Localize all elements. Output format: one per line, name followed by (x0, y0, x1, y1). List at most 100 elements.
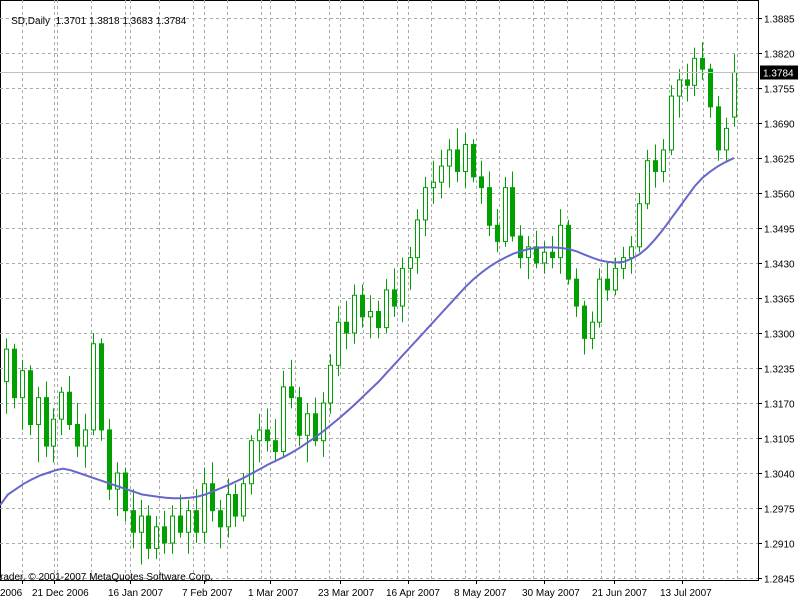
candlestick-chart[interactable]: 1.3885 1.3820 1.3755 1.3690 1.3625 1.3560 1.34… (0, 0, 800, 600)
candle-body (487, 187, 492, 226)
y-tick-label: 1.3235 (764, 365, 795, 376)
x-tick-label: 23 Mar 2007 (318, 588, 375, 599)
candle-body (186, 510, 191, 533)
candle-body (542, 251, 547, 264)
y-tick-label: 1.2845 (764, 575, 795, 586)
candle-body (534, 246, 539, 264)
candle-body (91, 343, 96, 431)
candle-body (653, 160, 658, 172)
candle-body (226, 494, 231, 528)
y-tick-label: 1.3495 (764, 225, 795, 236)
candle-body (202, 483, 207, 533)
y-tick-label: 1.3690 (764, 120, 795, 131)
candle-body (700, 57, 705, 70)
candle-body (218, 510, 223, 528)
candle-body (146, 515, 151, 549)
y-tick-label: 1.3820 (764, 50, 795, 61)
candle-body (439, 165, 444, 183)
candle-body (392, 289, 397, 307)
candle-body (503, 187, 508, 242)
candle-body (59, 391, 64, 420)
candle-body (139, 515, 144, 533)
candle-body (716, 106, 721, 151)
candle-body (360, 294, 365, 318)
y-tick-label: 1.2975 (764, 505, 795, 516)
candle-body (732, 71, 737, 118)
candle-body (194, 510, 199, 533)
y-tick-label: 1.3040 (764, 470, 795, 481)
candle-body (75, 424, 80, 447)
open-value: 1.3701 (55, 16, 87, 27)
y-tick-label: 1.3430 (764, 260, 795, 271)
chart-header: SD,Daily 1.3701 1.3818 1.3683 1.3784 (0, 5, 186, 38)
candle-body (321, 402, 326, 442)
y-tick-label: 1.3755 (764, 85, 795, 96)
x-tick-label: 8 May 2007 (454, 588, 507, 599)
plot-frame (0, 0, 759, 581)
x-tick-label: 16 Jan 2007 (108, 588, 163, 599)
candle-body (590, 321, 595, 339)
candle-body (336, 321, 341, 366)
low-value: 1.3683 (122, 16, 153, 27)
y-tick-label: 1.3625 (764, 155, 795, 166)
candle-body (265, 429, 270, 442)
candle-body (685, 79, 690, 86)
y-tick-label: 1.3105 (764, 435, 795, 446)
candle-body (281, 386, 286, 452)
candle-body (344, 321, 349, 334)
candle-body (12, 348, 17, 399)
candle-body (170, 515, 175, 544)
candle-body (241, 483, 246, 517)
candle-body (178, 515, 183, 533)
candle-body (423, 187, 428, 221)
candle-body (328, 364, 333, 404)
candle-body (289, 386, 294, 399)
candle-body (566, 224, 571, 280)
high-value: 1.3818 (88, 16, 120, 27)
candle-body (83, 429, 88, 447)
candle-body (574, 278, 579, 307)
candle-body (154, 526, 159, 549)
x-tick-label: 21 Dec 2006 (32, 588, 89, 599)
candle-body (107, 429, 112, 490)
candle-body (28, 370, 33, 426)
candle-body (582, 305, 587, 339)
candle-body (692, 57, 697, 86)
x-tick-label: 13 Jul 2007 (660, 588, 712, 599)
y-tick-label: 1.2910 (764, 540, 795, 551)
candle-body (510, 187, 515, 237)
candle-body (724, 127, 729, 151)
candle-body (550, 251, 555, 259)
candle-body (518, 235, 523, 259)
x-tick-label: 1 Mar 2007 (248, 588, 299, 599)
candle-body (305, 413, 310, 436)
candle-body (376, 310, 381, 329)
y-tick-label: 1.3300 (764, 330, 795, 341)
candle-body (447, 149, 452, 167)
candle-body (677, 79, 682, 97)
candle-body (463, 144, 468, 172)
candle-body (629, 246, 634, 259)
candle-body (400, 267, 405, 307)
candle-body (471, 144, 476, 178)
candle-body (645, 160, 650, 205)
candle-body (479, 176, 484, 189)
candle-body (613, 267, 618, 291)
candle-body (51, 418, 56, 447)
y-tick-label: 1.3885 (764, 15, 795, 26)
candle-body (415, 219, 420, 259)
candle-body (669, 95, 674, 151)
candle-body (233, 494, 238, 517)
candle-body (352, 294, 357, 334)
candle-body (455, 149, 460, 172)
candle-body (131, 510, 136, 533)
y-tick-label: 1.3170 (764, 400, 795, 411)
x-tick-label: 7 Feb 2007 (182, 588, 233, 599)
candle-body (36, 397, 41, 426)
candle-body (257, 429, 262, 442)
candle-body (123, 472, 128, 512)
candle-body (597, 278, 602, 323)
close-value: 1.3784 (155, 16, 187, 27)
candle-body (637, 203, 642, 248)
symbol-label: SD,Daily (11, 16, 51, 27)
